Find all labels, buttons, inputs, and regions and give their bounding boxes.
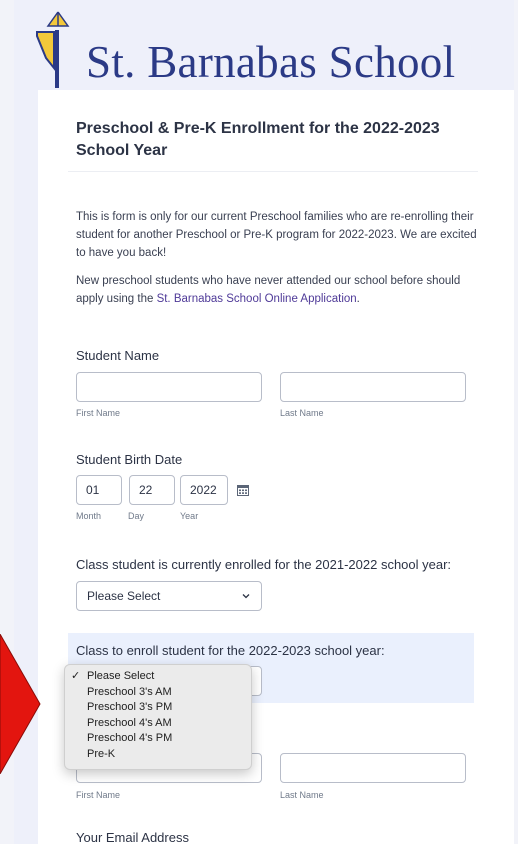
dropdown-option-label: Preschool 4's PM: [87, 732, 173, 745]
dropdown-option[interactable]: ✓ Please Select: [65, 669, 251, 685]
cross-shield-icon: [36, 11, 70, 88]
intro-paragraph-1: This is form is only for our current Pre…: [76, 211, 477, 259]
year-sublabel: Year: [180, 511, 199, 521]
current-class-selected: Please Select: [87, 589, 161, 603]
pointer-arrow-icon: [0, 634, 41, 774]
last-name-sublabel: Last Name: [280, 408, 324, 418]
dropdown-option[interactable]: Preschool 3's PM: [65, 700, 251, 716]
enroll-class-dropdown[interactable]: ✓ Please Select Preschool 3's AM Preschoo…: [64, 664, 252, 770]
birth-day-value: 22: [139, 483, 153, 497]
intro-paragraph-2: New preschool students who have never at…: [76, 272, 481, 308]
birth-day-input[interactable]: 22: [129, 475, 175, 505]
month-sublabel: Month: [76, 511, 102, 521]
chevron-down-icon: [242, 594, 250, 599]
parent-last-name-sublabel: Last Name: [280, 790, 324, 800]
current-class-select[interactable]: Please Select: [76, 581, 262, 611]
birth-month-value: 01: [86, 483, 100, 497]
title-divider: [68, 171, 478, 172]
parent-last-name-input[interactable]: [280, 753, 466, 783]
form-intro: This is form is only for our current Pre…: [76, 208, 481, 318]
intro-text-end: .: [356, 293, 360, 305]
birth-month-input[interactable]: 01: [76, 475, 122, 505]
dropdown-option[interactable]: Preschool 4's PM: [65, 731, 251, 747]
calendar-icon: [237, 485, 249, 496]
dropdown-option[interactable]: Pre-K: [65, 747, 251, 763]
first-name-sublabel: First Name: [76, 408, 121, 418]
day-sublabel: Day: [128, 511, 145, 521]
dropdown-option-label: Preschool 3's AM: [87, 685, 172, 698]
dropdown-option-label: Pre-K: [87, 747, 116, 760]
parent-first-name-sublabel: First Name: [76, 790, 121, 800]
school-name: St. Barnabas School: [86, 37, 456, 87]
birth-date-label: Student Birth Date: [76, 452, 183, 467]
enroll-class-label: Class to enroll student for the 2022-202…: [76, 643, 385, 658]
dropdown-option-label: Preschool 4's AM: [87, 716, 172, 729]
dropdown-option-label: Please Select: [87, 670, 155, 682]
student-first-name-input[interactable]: [76, 372, 262, 402]
dropdown-option[interactable]: Preschool 4's AM: [65, 716, 251, 732]
online-application-link[interactable]: St. Barnabas School Online Application: [157, 293, 357, 305]
dropdown-option[interactable]: Preschool 3's AM: [65, 685, 251, 701]
form-title: Preschool & Pre-K Enrollment for the 202…: [76, 120, 440, 159]
email-label: Your Email Address: [76, 830, 189, 844]
birth-year-input[interactable]: 2022: [180, 475, 228, 505]
birth-year-value: 2022: [190, 483, 217, 497]
school-logo: St. Barnabas School: [34, 10, 514, 88]
dropdown-option-label: Preschool 3's PM: [87, 701, 173, 714]
checkmark-icon: ✓: [71, 670, 81, 682]
current-class-label: Class student is currently enrolled for …: [76, 557, 452, 572]
student-last-name-input[interactable]: [280, 372, 466, 402]
student-name-label: Student Name: [76, 348, 160, 363]
calendar-button[interactable]: [232, 475, 254, 505]
